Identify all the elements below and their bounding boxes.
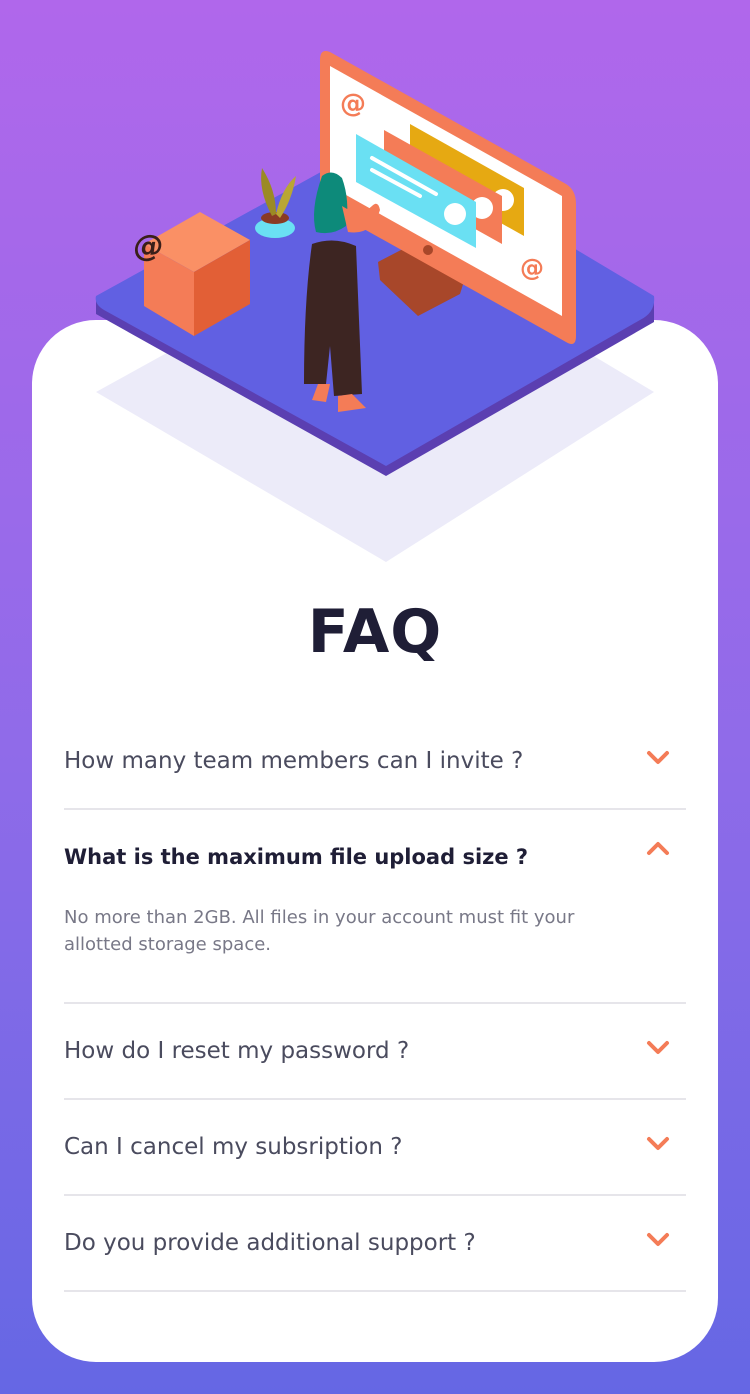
faq-question: How many team members can I invite ? (64, 748, 524, 774)
faq-question: How do I reset my password ? (64, 1038, 410, 1064)
faq-question-row[interactable]: Can I cancel my subsription ? (64, 1100, 686, 1194)
faq-item-additional-support[interactable]: Do you provide additional support ? (64, 1196, 686, 1292)
svg-text:@: @ (131, 229, 166, 264)
chevron-down-icon[interactable] (646, 1136, 670, 1152)
svg-text:@: @ (340, 89, 366, 119)
faq-item-upload-size[interactable]: What is the maximum file upload size ? N… (64, 810, 686, 1004)
faq-item-reset-password[interactable]: How do I reset my password ? (64, 1004, 686, 1100)
faq-question: What is the maximum file upload size ? (64, 845, 529, 869)
faq-question: Do you provide additional support ? (64, 1230, 476, 1256)
svg-text:@: @ (520, 254, 544, 282)
faq-question-row[interactable]: How many team members can I invite ? (64, 714, 686, 808)
faq-answer: No more than 2GB. All files in your acco… (64, 907, 575, 955)
monitor-button (423, 245, 433, 255)
chevron-down-icon[interactable] (646, 1040, 670, 1056)
chevron-up-icon[interactable] (646, 840, 670, 856)
woman-at-computer-illustration: @ @ @ (95, 51, 655, 562)
faq-question-row[interactable]: Do you provide additional support ? (64, 1196, 686, 1290)
woman-pants (304, 240, 362, 396)
faq-accordion: How many team members can I invite ? Wha… (64, 714, 686, 1292)
page-title: FAQ (307, 597, 443, 667)
chevron-down-icon[interactable] (646, 750, 670, 766)
faq-question-row[interactable]: How do I reset my password ? (64, 1004, 686, 1098)
faq-item-team-members[interactable]: How many team members can I invite ? (64, 714, 686, 810)
faq-question: Can I cancel my subsription ? (64, 1134, 403, 1160)
chevron-down-icon[interactable] (646, 1232, 670, 1248)
faq-item-cancel-subscription[interactable]: Can I cancel my subsription ? (64, 1100, 686, 1196)
faq-question-row[interactable]: What is the maximum file upload size ? (64, 810, 686, 904)
